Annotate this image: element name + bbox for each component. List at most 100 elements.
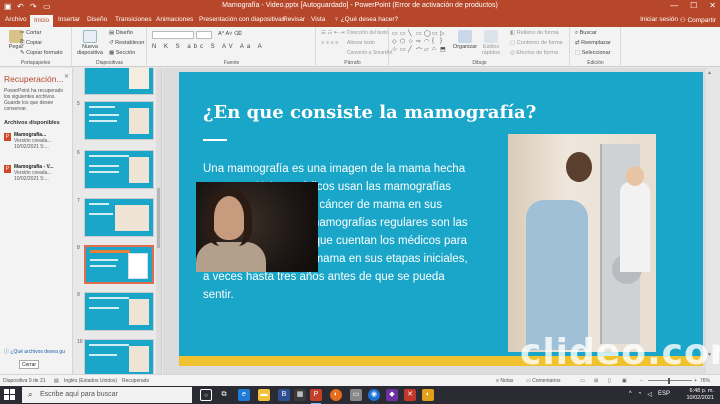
network-icon[interactable]: ◔ — [638, 391, 642, 398]
app-b-icon[interactable]: B — [278, 389, 290, 401]
tab-transiciones[interactable]: Transiciones — [115, 16, 152, 23]
quick-styles-button[interactable]: Estilos rápidos — [476, 30, 506, 56]
reading-view-icon[interactable]: ▯ — [608, 378, 611, 384]
thumbnail-number: 6 — [77, 150, 80, 156]
slide-thumbnail[interactable]: 7 — [74, 198, 160, 238]
format-painter-button[interactable]: ✎ Copiar formato — [20, 50, 63, 56]
minimize-button[interactable]: — — [670, 1, 678, 10]
tab-archivo[interactable]: Archivo — [5, 16, 27, 23]
close-recovery-button[interactable]: Cerrar — [19, 360, 39, 369]
slide-thumbnail[interactable]: 5 — [74, 101, 160, 141]
layout-button[interactable]: ▤ Diseño — [109, 30, 133, 36]
mammography-photo[interactable] — [508, 134, 656, 352]
copy-button[interactable]: ⎘ Copiar — [20, 40, 42, 47]
store-icon[interactable]: ▦ — [294, 389, 306, 401]
zoom-slider[interactable] — [648, 380, 692, 381]
reset-button[interactable]: ↺ Restablecer — [109, 40, 145, 46]
edge-icon[interactable]: e — [238, 389, 250, 401]
close-button[interactable]: ✕ — [709, 1, 716, 10]
tab-inicio[interactable]: Inicio — [30, 15, 54, 27]
slide-title[interactable]: ¿En que consiste la mamografía? — [203, 102, 536, 123]
zoom-in-icon[interactable]: + — [694, 378, 697, 384]
taskbar-clock[interactable]: 6:48 p. m. 10/02/2021 — [686, 388, 714, 402]
task-view-icon[interactable]: ⧉ — [218, 389, 230, 401]
slide-scrollbar[interactable]: ▲ ▼ — [706, 68, 713, 374]
taskbar-search[interactable]: ⌕ Escribe aquí para buscar — [22, 387, 192, 403]
scroll-up-icon[interactable]: ▲ — [707, 70, 712, 76]
app-purple-icon[interactable]: ◆ — [386, 389, 398, 401]
firefox-icon[interactable]: ◐ — [330, 389, 342, 401]
font-format-buttons[interactable]: N K S abc S AV Aa A — [152, 44, 265, 50]
grow-font-icon[interactable]: A^ A˅ ⌫ — [218, 31, 242, 37]
recovered-file-item[interactable]: P Mamografía - V... Versión creada... 10… — [4, 164, 71, 182]
shape-outline-label: Contorno de forma — [516, 40, 563, 46]
find-button[interactable]: ⌕ Buscar — [575, 30, 597, 37]
taskbar-search-placeholder: Escribe aquí para buscar — [40, 391, 118, 398]
chrome-icon[interactable]: ◉ — [368, 389, 380, 401]
share-button[interactable]: ⚇ Compartir — [680, 16, 716, 24]
document-recovery-pane: Recuperación... ✕ PowerPoint ha recupera… — [0, 68, 73, 374]
tell-me-search[interactable]: ♀ ¿Qué desea hacer? — [334, 16, 398, 23]
cortana-icon[interactable]: ○ — [200, 389, 212, 401]
app-orange-icon[interactable]: ◐ — [422, 389, 434, 401]
arrange-label: Organizar — [452, 44, 478, 50]
tab-presentacion[interactable]: Presentación con diapositivas — [199, 16, 285, 23]
maximize-button[interactable]: ☐ — [690, 1, 697, 10]
section-label: Sección — [115, 50, 136, 56]
app-red-icon[interactable]: ✕ — [404, 389, 416, 401]
shape-effects-button[interactable]: ◎ Efectos de forma — [510, 50, 558, 56]
slideshow-view-icon[interactable]: ▣ — [622, 378, 627, 384]
comments-button[interactable]: ▭ Comentarios — [526, 378, 560, 384]
find-label: Buscar — [579, 30, 597, 36]
volume-icon[interactable]: ◁ — [647, 391, 652, 398]
app-icon[interactable]: ▭ — [350, 389, 362, 401]
which-files-link[interactable]: ⓘ ¿Qué archivos desea gu — [4, 348, 65, 355]
paragraph-list-icons[interactable]: ☰ ☷ ⇤ ⇥ — [321, 30, 345, 36]
text-direction-button[interactable]: Dirección del texto — [347, 30, 388, 36]
slide-thumbnail[interactable]: 10 — [74, 339, 160, 374]
normal-view-icon[interactable]: ▭ — [580, 378, 585, 384]
zoom-slider-knob[interactable] — [668, 378, 670, 384]
tab-diseno[interactable]: Diseño — [87, 16, 107, 23]
file-explorer-icon[interactable]: ▬ — [258, 389, 270, 401]
thumbnail-partial[interactable] — [74, 68, 160, 96]
slide-thumbnail[interactable]: 9 — [74, 292, 160, 332]
slide-sorter-icon[interactable]: ⊞ — [594, 378, 598, 384]
notes-button[interactable]: ≡ Notas — [496, 378, 513, 384]
spellcheck-icon[interactable]: ▤ — [54, 378, 59, 384]
windows-start-icon[interactable] — [4, 389, 16, 401]
recovered-file-item[interactable]: P Mamografía... Versión creada... 10/02/… — [4, 132, 71, 150]
font-size-input[interactable] — [196, 31, 212, 39]
smartart-button[interactable]: Convertir a SmartArt — [347, 50, 393, 56]
zoom-level[interactable]: 76% — [700, 378, 710, 384]
shape-outline-button[interactable]: ▢ Contorno de forma — [510, 40, 563, 46]
cut-button[interactable]: ✂ Cortar — [20, 30, 41, 36]
paragraph-align-icons[interactable]: ≡ ≡ ≡ ≡ — [321, 40, 338, 46]
font-name-input[interactable] — [152, 31, 194, 39]
input-language[interactable]: ESP — [658, 391, 670, 398]
language-status[interactable]: Inglés (Estados Unidos) — [64, 378, 117, 384]
available-files-heading: Archivos disponibles — [4, 120, 60, 126]
section-button[interactable]: ▦ Sección — [109, 50, 135, 56]
new-slide-button[interactable]: Nueva diapositiva — [75, 30, 105, 56]
powerpoint-taskbar-icon[interactable]: P — [310, 389, 322, 404]
thumbnail-image — [84, 198, 154, 237]
tab-revisar[interactable]: Revisar — [283, 16, 305, 23]
tab-vista[interactable]: Vista — [311, 16, 325, 23]
shape-fill-button[interactable]: ◧ Relleno de forma — [510, 30, 559, 36]
slide-thumbnail-selected[interactable]: 8 — [74, 245, 160, 285]
shapes-gallery[interactable]: ▭ ▭ ╲ ▭ ◯ ▭ ▷ ◇ ⬡ ☆ ⇨ ◠{} ☆ ▭ ╱ ⌒ ▱ ⌂ ⬒ — [392, 30, 448, 56]
thumbnails-scroll-thumb[interactable] — [157, 188, 160, 248]
tray-expand-icon[interactable]: ^ — [629, 391, 632, 398]
watermark: clideo.com — [520, 332, 720, 373]
zoom-out-icon[interactable]: − — [640, 378, 643, 384]
thumbnails-scrollbar[interactable] — [156, 68, 161, 374]
tab-animaciones[interactable]: Animaciones — [156, 16, 193, 23]
close-pane-icon[interactable]: ✕ — [64, 73, 69, 80]
slide-thumbnail[interactable]: 6 — [74, 150, 160, 190]
tab-insertar[interactable]: Insertar — [58, 16, 80, 23]
replace-button[interactable]: ⇄ Reemplazar — [575, 40, 611, 46]
sign-in-link[interactable]: Iniciar sesión — [640, 16, 678, 23]
align-text-button[interactable]: Alinear texto — [347, 40, 375, 46]
select-button[interactable]: ⬚ Seleccionar — [575, 50, 610, 56]
